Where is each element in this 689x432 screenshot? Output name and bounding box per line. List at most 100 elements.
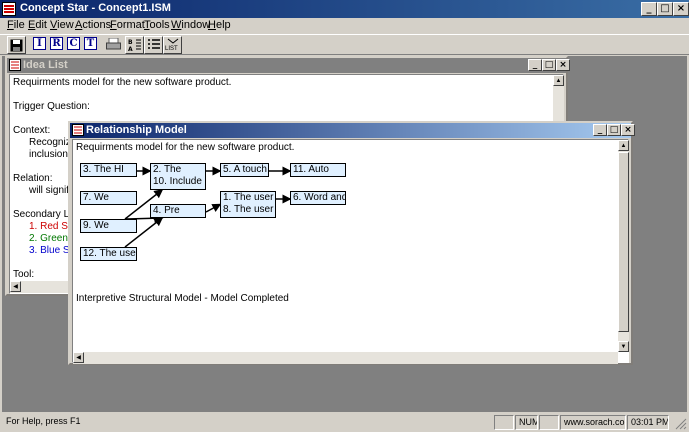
floppy-disk-icon — [10, 39, 23, 52]
mdi-workspace: Idea List _ □ × Requirments model for th… — [2, 56, 687, 412]
idea-list-close-button[interactable]: × — [556, 59, 570, 71]
menu-actions[interactable]: Actions — [75, 19, 111, 31]
sort-icon: BA — [128, 39, 141, 53]
relationship-maximize-button[interactable]: □ — [607, 124, 621, 136]
status-website: www.sorach.com — [560, 415, 626, 430]
idea-list-line: 3. Blue S — [29, 245, 70, 256]
idea-list-minimize-button[interactable]: _ — [528, 59, 542, 71]
node-7[interactable]: 7. We — [80, 191, 137, 205]
close-button[interactable]: × — [673, 2, 689, 16]
maximize-button[interactable]: □ — [657, 2, 673, 16]
node-12[interactable]: 12. The user — [80, 247, 137, 261]
status-panel-empty — [539, 415, 559, 430]
status-num-indicator: NUM — [515, 415, 538, 430]
relationship-model-title: Relationship Model — [86, 124, 187, 136]
idea-list-maximize-button[interactable]: □ — [542, 59, 556, 71]
node-label: 2. The — [153, 164, 182, 175]
menu-bar: File Edit View Actions Format Tools Wind… — [0, 18, 689, 34]
node-label: 12. The user — [83, 248, 137, 259]
node-label: 11. Auto — [293, 164, 329, 175]
resize-grip-icon[interactable] — [675, 418, 687, 430]
node-label: 1. The user — [223, 192, 274, 203]
relationship-model-window[interactable]: Relationship Model _ □ × Requirments mod… — [68, 121, 635, 365]
relationship-icon: R — [50, 37, 63, 50]
scroll-down-arrow-icon[interactable]: ▼ — [618, 341, 629, 352]
node-1[interactable]: 1. The user 8. The user — [220, 191, 276, 218]
idea-list-line: 1. Red Se — [29, 221, 74, 232]
document-icon — [72, 124, 84, 136]
relationship-arrow — [205, 203, 222, 213]
scroll-up-arrow-icon[interactable]: ▲ — [553, 75, 564, 86]
idea-list-icon: I — [33, 37, 46, 50]
node-6[interactable]: 6. Word and — [290, 191, 346, 205]
bullet-list-icon — [147, 39, 160, 49]
status-clock: 03:01 PM — [627, 415, 669, 430]
scroll-left-arrow-icon[interactable]: ◀ — [10, 281, 21, 292]
node-label: 8. The user — [223, 204, 274, 215]
relationship-close-button[interactable]: × — [621, 124, 635, 136]
list-view-button[interactable]: LIST — [163, 36, 182, 54]
context-icon: C — [67, 37, 80, 50]
menu-edit[interactable]: Edit — [28, 19, 47, 31]
svg-text:A: A — [128, 46, 133, 52]
node-label: 4. Pre — [153, 205, 180, 216]
document-icon — [9, 59, 21, 71]
idea-list-line: Requirments model for the new software p… — [13, 77, 232, 88]
node-9[interactable]: 9. We — [80, 219, 137, 233]
node-11[interactable]: 11. Auto — [290, 163, 346, 177]
minimize-button[interactable]: _ — [641, 2, 657, 16]
save-button[interactable] — [7, 36, 26, 54]
app-title-bar[interactable]: Concept Star - Concept1.ISM _ □ × — [0, 0, 689, 18]
scroll-left-arrow-icon[interactable]: ◀ — [73, 352, 84, 363]
node-label: 9. We — [83, 220, 109, 231]
app-icon[interactable] — [2, 2, 16, 16]
svg-text:B: B — [128, 39, 133, 46]
node-label: 3. The HI — [83, 164, 124, 175]
relationship-horizontal-scrollbar[interactable]: ◀ — [73, 352, 618, 364]
relationship-minimize-button[interactable]: _ — [593, 124, 607, 136]
node-3[interactable]: 3. The HI — [80, 163, 137, 177]
bullet-list-button[interactable] — [144, 36, 163, 54]
node-label: 7. We — [83, 192, 109, 203]
status-panel-empty — [494, 415, 514, 430]
menu-window[interactable]: Window — [171, 19, 210, 31]
node-5[interactable]: 5. A touch — [220, 163, 269, 177]
idea-list-line: Tool: — [13, 269, 35, 280]
relationship-model-content[interactable]: Requirments model for the new software p… — [72, 139, 629, 364]
menu-tools[interactable]: Tools — [144, 19, 170, 31]
status-bar: For Help, press F1 NUM www.sorach.com 03… — [0, 413, 689, 432]
node-label: 6. Word and — [293, 192, 346, 203]
sort-button[interactable]: BA — [125, 36, 144, 54]
idea-list-line: Context: — [13, 125, 51, 136]
idea-list-line: 2. Green — [29, 233, 68, 244]
relationship-model-title-bar[interactable]: Relationship Model _ □ × — [70, 123, 635, 138]
app-title: Concept Star - Concept1.ISM — [20, 2, 171, 14]
menu-view[interactable]: View — [50, 19, 74, 31]
print-button[interactable] — [104, 36, 123, 54]
printer-icon — [106, 37, 121, 50]
scroll-thumb[interactable] — [618, 152, 629, 332]
node-label: 5. A touch — [223, 164, 267, 175]
tool-icon: T — [84, 37, 97, 50]
idea-list-line: Secondary Li — [13, 209, 72, 220]
toolbar: I R C T BA LIST — [0, 34, 689, 55]
idea-list-line: Trigger Question: — [13, 101, 90, 112]
idea-list-line: will signif — [29, 185, 70, 196]
idea-list-line: inclusion — [29, 149, 68, 160]
menu-file[interactable]: File — [7, 19, 25, 31]
idea-list-line: Recogniz — [29, 137, 71, 148]
node-4[interactable]: 4. Pre — [150, 204, 206, 218]
menu-format[interactable]: Format — [110, 19, 145, 31]
menu-help[interactable]: Help — [208, 19, 231, 31]
relationship-vertical-scrollbar[interactable]: ▲ ▼ — [618, 140, 629, 352]
model-status-text: Interpretive Structural Model - Model Co… — [76, 293, 289, 304]
scroll-up-arrow-icon[interactable]: ▲ — [618, 140, 629, 151]
idea-list-title-bar[interactable]: Idea List _ □ × — [7, 58, 570, 73]
node-2[interactable]: 2. The 10. Include — [150, 163, 206, 190]
idea-list-line: Relation: — [13, 173, 53, 184]
idea-list-title: Idea List — [23, 59, 68, 71]
list-view-label: LIST — [165, 46, 178, 52]
tool-button[interactable]: T — [81, 36, 100, 54]
node-label: 10. Include — [153, 176, 202, 187]
status-help-text: For Help, press F1 — [6, 416, 81, 426]
